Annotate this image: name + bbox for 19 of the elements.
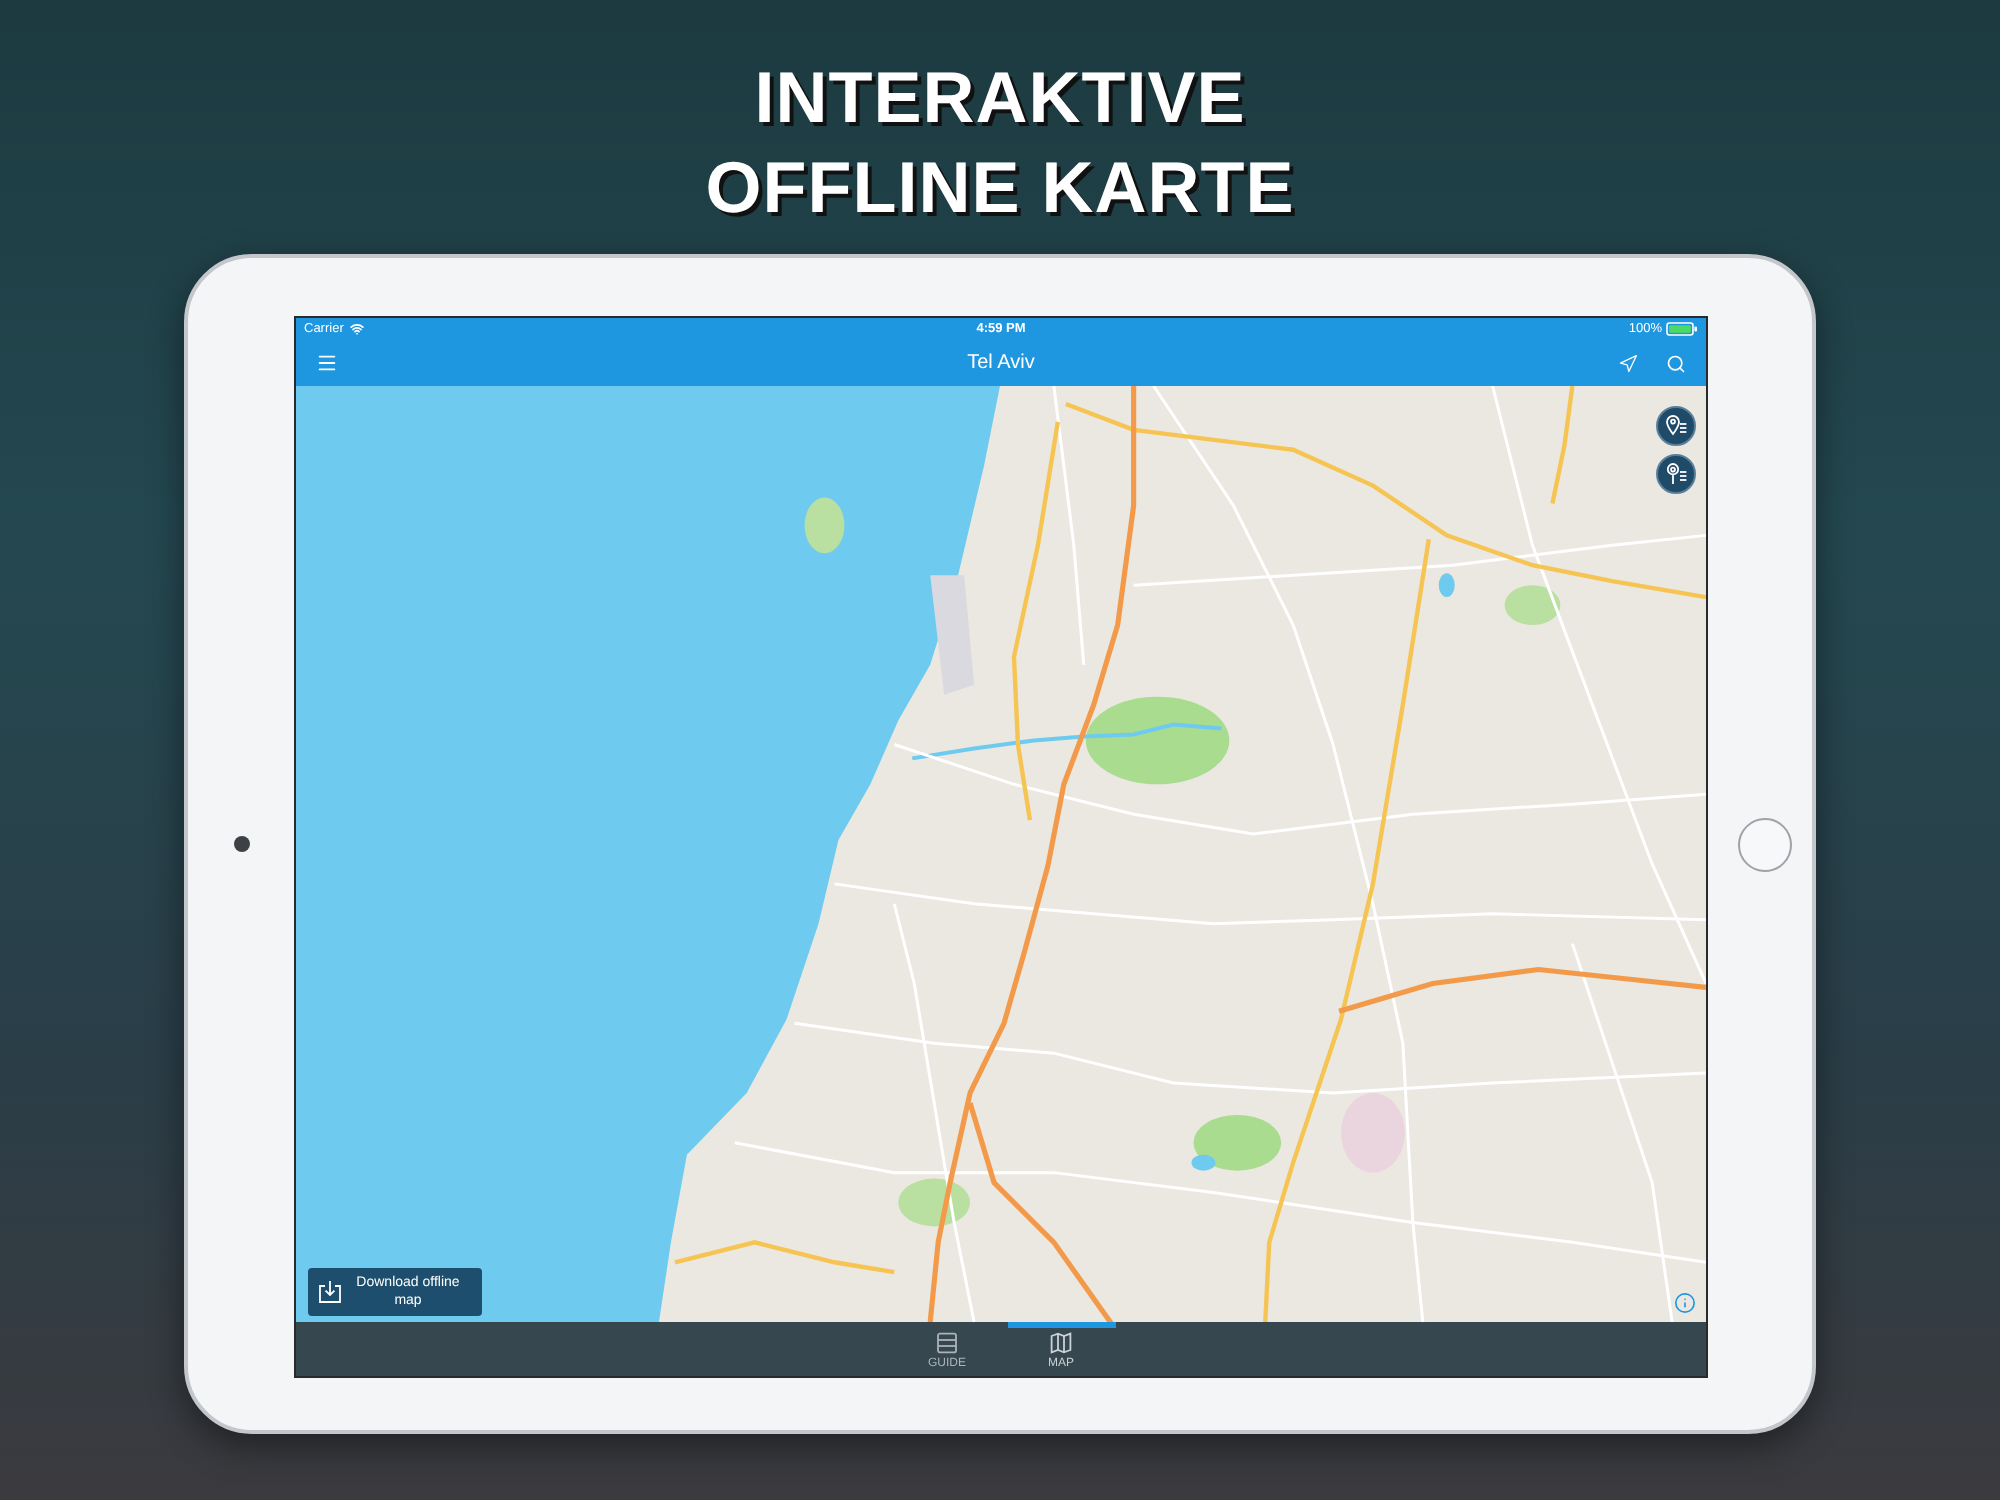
download-tray-icon [318,1280,342,1304]
home-button[interactable] [1737,817,1791,871]
list-icon [936,1332,958,1354]
wifi-icon [349,322,364,336]
location-button[interactable] [1617,353,1638,373]
info-icon [1674,1292,1696,1314]
search-icon [1665,353,1686,373]
front-camera-icon [233,836,249,852]
folded-map-icon [1050,1332,1072,1354]
search-button[interactable] [1665,353,1686,373]
info-button[interactable] [1674,1292,1696,1314]
menu-icon [316,352,338,374]
pin-lines-icon [1664,462,1688,486]
location-arrow-icon [1617,353,1638,373]
nav-title: Tel Aviv [967,351,1035,375]
menu-button[interactable] [316,352,338,374]
pin-list-icon [1664,414,1688,438]
battery-icon [1665,322,1698,336]
headline: INTERAKTIVE OFFLINE KARTE [705,54,1295,232]
